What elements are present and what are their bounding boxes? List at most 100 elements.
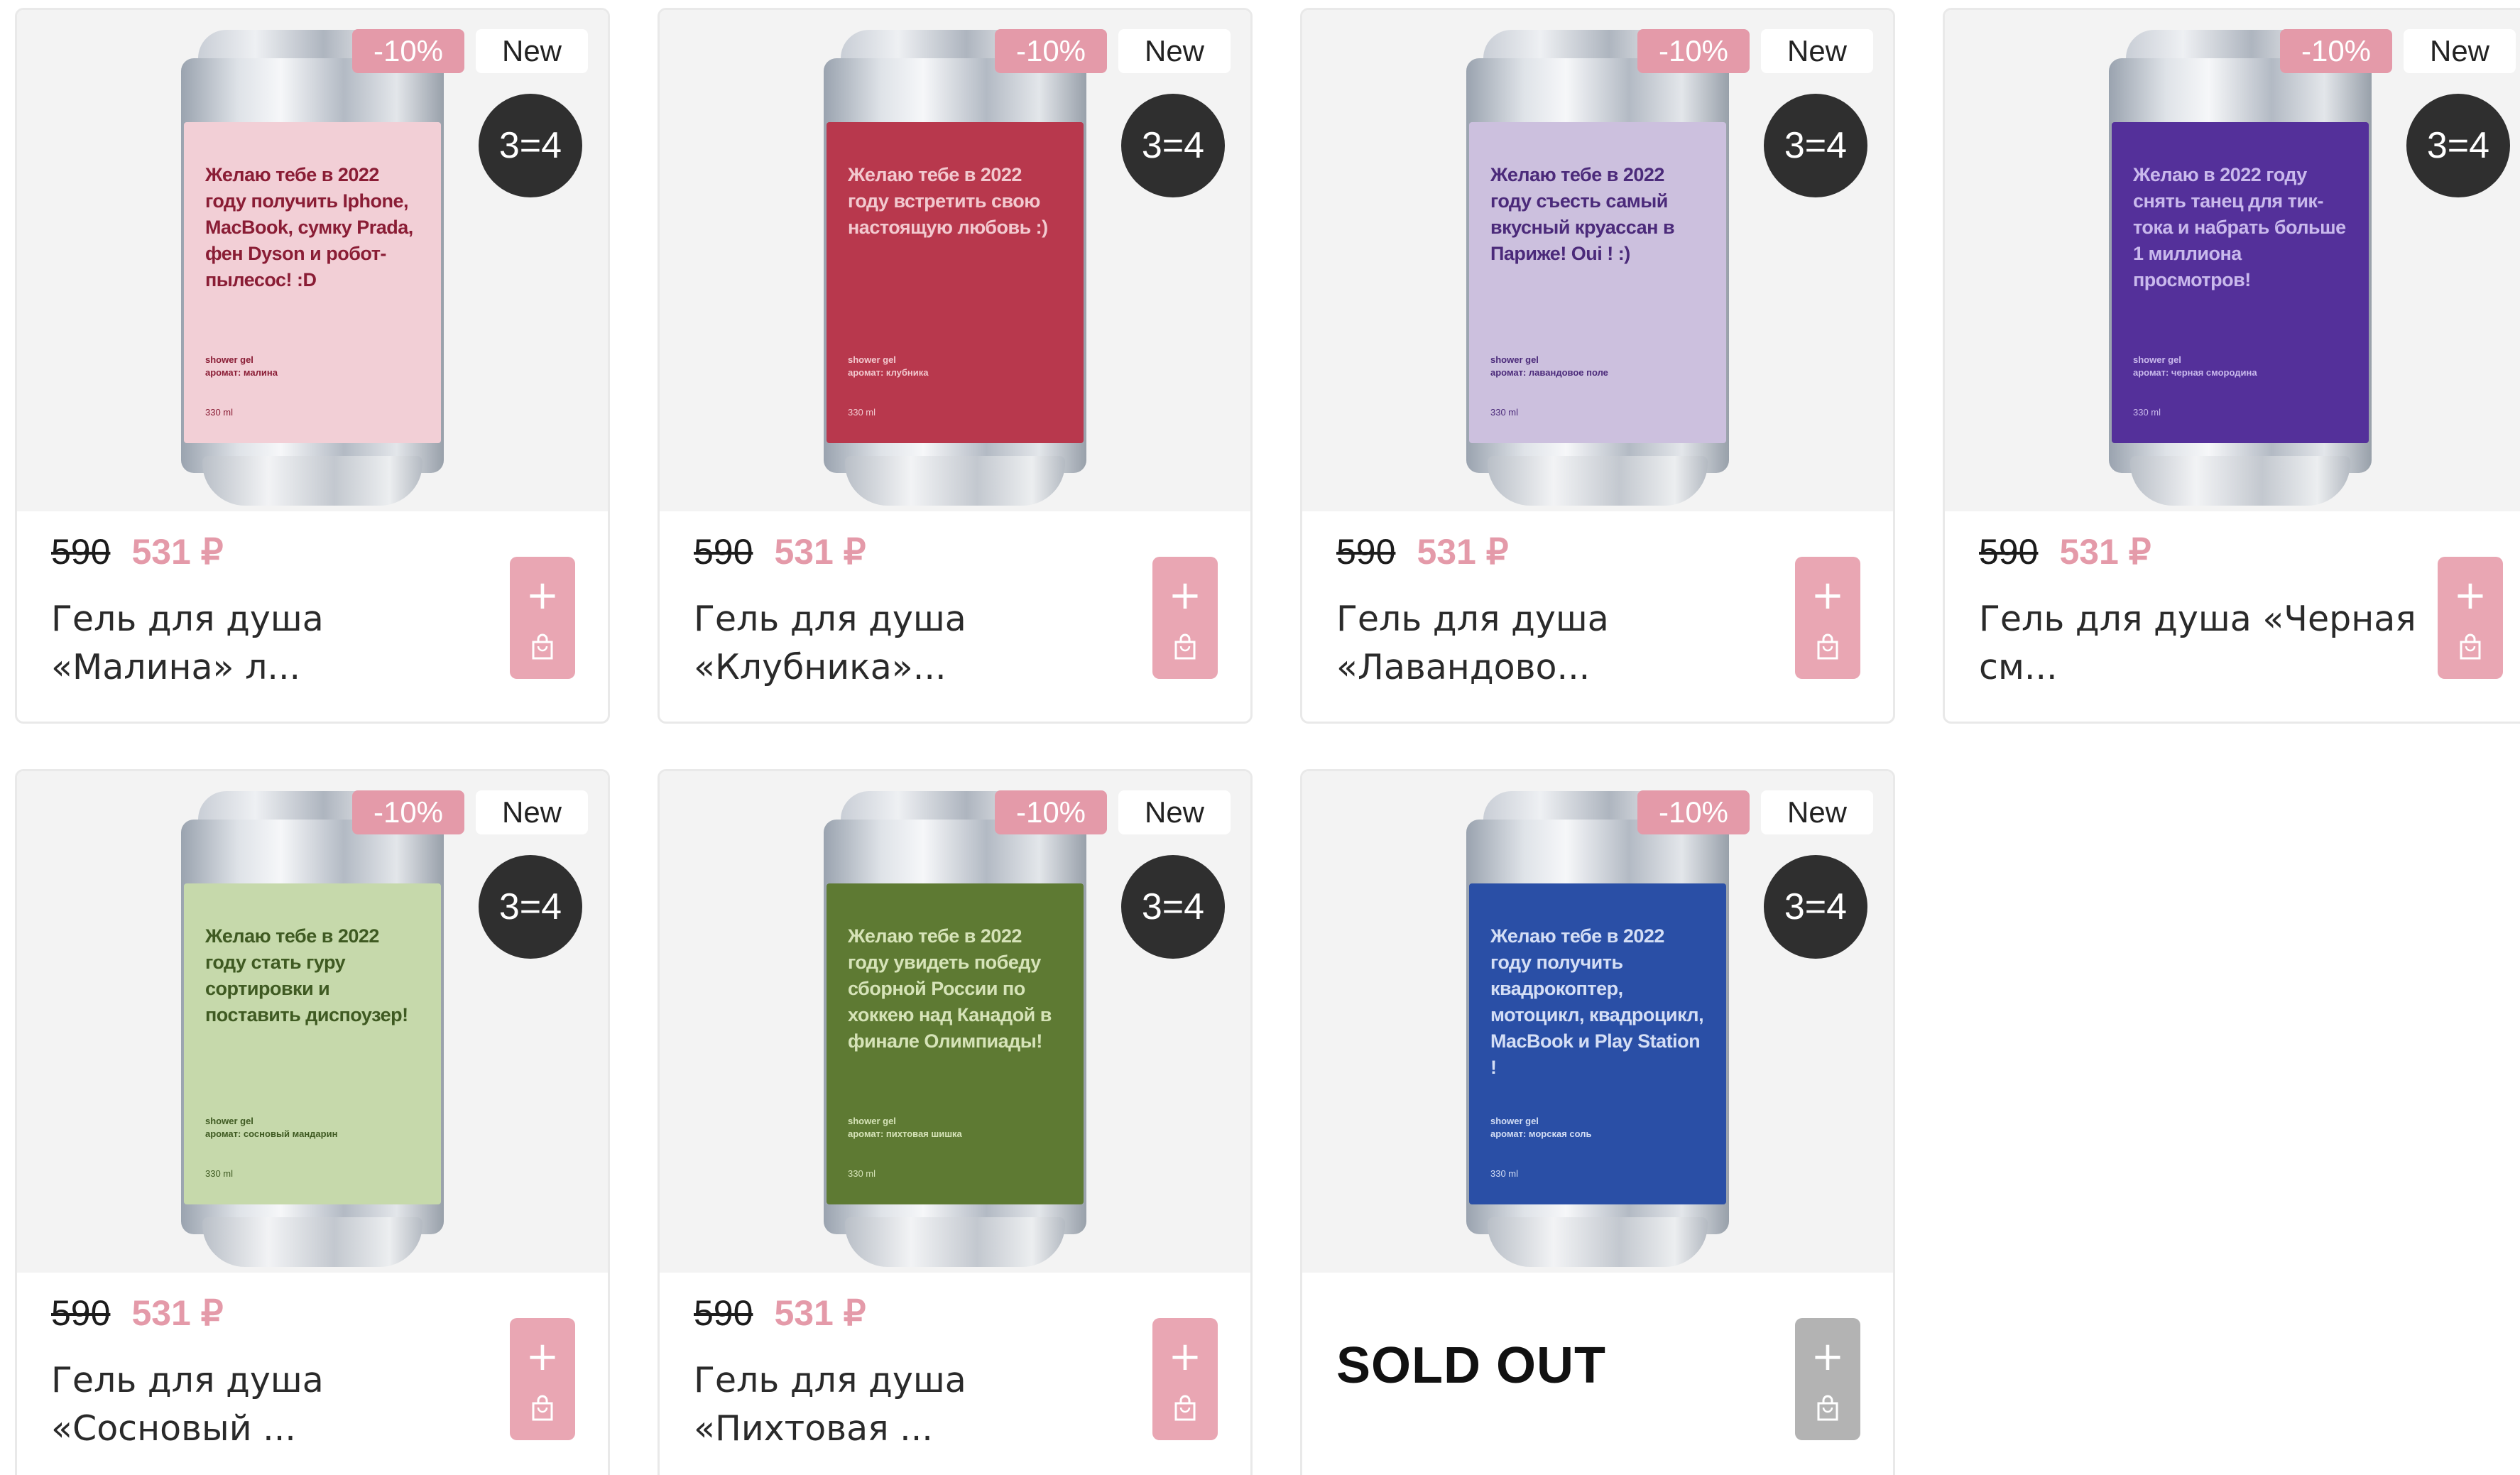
old-price: 590 bbox=[51, 532, 111, 572]
add-to-cart-button[interactable]: + bbox=[2438, 557, 2503, 679]
product-can-image: Желаю тебе в 2022 году получить Iphone, … bbox=[181, 30, 444, 506]
add-to-cart-button[interactable]: + bbox=[510, 1318, 575, 1440]
can-label-volume: 330 ml bbox=[1490, 1168, 1519, 1179]
can-label-meta: shower gel аромат: сосновый мандарин bbox=[205, 1116, 338, 1139]
product-info: 590 531 ₽ Гель для душа «Пихтовая ... + bbox=[660, 1273, 1250, 1475]
product-name[interactable]: Гель для душа «Клубника»... bbox=[694, 595, 1148, 692]
add-to-cart-button[interactable]: + bbox=[1795, 557, 1860, 679]
old-price: 590 bbox=[694, 532, 753, 572]
product-can-image: Желаю тебе в 2022 году получить квадроко… bbox=[1466, 791, 1729, 1267]
price-row: 590 531 ₽ bbox=[1979, 531, 2502, 572]
product-info: 590 531 ₽ Гель для душа «Лавандово... + bbox=[1302, 511, 1893, 722]
promo-badge: 3=4 bbox=[1121, 94, 1225, 197]
product-card[interactable]: Желаю в 2022 году снять танец для тик-то… bbox=[1943, 8, 2520, 724]
product-info: 590 531 ₽ Гель для душа «Сосновый ... + bbox=[17, 1273, 608, 1475]
sale-price: 531 ₽ bbox=[131, 1293, 224, 1333]
can-label-text: Желаю тебе в 2022 году увидеть победу сб… bbox=[848, 925, 1052, 1052]
old-price: 590 bbox=[51, 1293, 111, 1333]
sold-out-label: SOLD OUT bbox=[1336, 1337, 1606, 1394]
product-name[interactable]: Гель для душа «Лавандово... bbox=[1336, 595, 1791, 692]
promo-badge: 3=4 bbox=[479, 855, 582, 959]
can-label: Желаю в 2022 году снять танец для тик-то… bbox=[2112, 122, 2369, 443]
new-badge: New bbox=[1118, 790, 1231, 834]
price-row: 590 531 ₽ bbox=[51, 1292, 574, 1334]
can-label: Желаю тебе в 2022 году получить квадроко… bbox=[1469, 883, 1726, 1204]
plus-icon: + bbox=[2453, 572, 2487, 619]
can-label-volume: 330 ml bbox=[205, 1168, 234, 1179]
product-card[interactable]: Желаю тебе в 2022 году получить Iphone, … bbox=[15, 8, 610, 724]
product-can-image: Желаю тебе в 2022 году съесть самый вкус… bbox=[1466, 30, 1729, 506]
can-label-volume: 330 ml bbox=[1490, 407, 1519, 418]
product-image-area[interactable]: Желаю тебе в 2022 году получить Iphone, … bbox=[17, 10, 608, 511]
can-label: Желаю тебе в 2022 году увидеть победу сб… bbox=[827, 883, 1084, 1204]
product-name[interactable]: Гель для душа «Малина» л... bbox=[51, 595, 506, 692]
add-to-cart-button[interactable]: + bbox=[1152, 1318, 1218, 1440]
product-image-area[interactable]: Желаю тебе в 2022 году увидеть победу сб… bbox=[660, 771, 1250, 1273]
can-label-meta: shower gel аромат: пихтовая шишка bbox=[848, 1116, 962, 1139]
old-price: 590 bbox=[1979, 532, 2039, 572]
product-card[interactable]: Желаю тебе в 2022 году встретить свою на… bbox=[658, 8, 1253, 724]
add-to-cart-button-disabled: + bbox=[1795, 1318, 1860, 1440]
product-info: 590 531 ₽ Гель для душа «Черная см... + bbox=[1945, 511, 2520, 722]
discount-badge: -10% bbox=[1637, 790, 1750, 834]
new-badge: New bbox=[476, 790, 588, 834]
plus-icon: + bbox=[1168, 572, 1202, 619]
plus-icon: + bbox=[1811, 572, 1845, 619]
promo-badge: 3=4 bbox=[1764, 94, 1867, 197]
plus-icon: + bbox=[525, 1333, 560, 1380]
can-label: Желаю тебе в 2022 году съесть самый вкус… bbox=[1469, 122, 1726, 443]
discount-badge: -10% bbox=[995, 790, 1107, 834]
product-card[interactable]: Желаю тебе в 2022 году увидеть победу сб… bbox=[658, 769, 1253, 1475]
add-to-cart-button[interactable]: + bbox=[510, 557, 575, 679]
promo-badge: 3=4 bbox=[1121, 855, 1225, 959]
product-image-area[interactable]: Желаю в 2022 году снять танец для тик-то… bbox=[1945, 10, 2520, 511]
product-can-image: Желаю в 2022 году снять танец для тик-то… bbox=[2109, 30, 2372, 506]
can-label-meta: shower gel аромат: морская соль bbox=[1490, 1116, 1592, 1139]
product-card[interactable]: Желаю тебе в 2022 году съесть самый вкус… bbox=[1300, 8, 1895, 724]
product-image-area[interactable]: Желаю тебе в 2022 году встретить свою на… bbox=[660, 10, 1250, 511]
add-to-cart-button[interactable]: + bbox=[1152, 557, 1218, 679]
product-image-area[interactable]: Желаю тебе в 2022 году получить квадроко… bbox=[1302, 771, 1893, 1273]
product-image-area[interactable]: Желаю тебе в 2022 году стать гуру сортир… bbox=[17, 771, 608, 1273]
old-price: 590 bbox=[1336, 532, 1396, 572]
new-badge: New bbox=[2404, 29, 2516, 73]
product-card[interactable]: Желаю тебе в 2022 году стать гуру сортир… bbox=[15, 769, 610, 1475]
product-info: SOLD OUT + bbox=[1302, 1273, 1893, 1475]
sale-price: 531 ₽ bbox=[2059, 532, 2151, 572]
can-label-meta: shower gel аромат: малина bbox=[205, 354, 278, 378]
product-grid: Желаю тебе в 2022 году получить Iphone, … bbox=[0, 0, 2520, 1475]
discount-badge: -10% bbox=[352, 29, 464, 73]
shopping-bag-icon bbox=[2460, 633, 2481, 659]
product-name[interactable]: Гель для душа «Сосновый ... bbox=[51, 1356, 506, 1453]
new-badge: New bbox=[476, 29, 588, 73]
product-name[interactable]: Гель для душа «Черная см... bbox=[1979, 595, 2433, 692]
can-label-meta: shower gel аромат: клубника bbox=[848, 354, 929, 378]
sale-price: 531 ₽ bbox=[131, 532, 224, 572]
can-label-text: Желаю тебе в 2022 году получить квадроко… bbox=[1490, 925, 1704, 1078]
can-label-meta: shower gel аромат: черная смородина bbox=[2133, 354, 2257, 378]
sale-price: 531 ₽ bbox=[1417, 532, 1509, 572]
sale-price: 531 ₽ bbox=[774, 1293, 866, 1333]
can-label-meta: shower gel аромат: лавандовое поле bbox=[1490, 354, 1608, 378]
new-badge: New bbox=[1118, 29, 1231, 73]
product-can-image: Желаю тебе в 2022 году увидеть победу сб… bbox=[824, 791, 1086, 1267]
price-row: 590 531 ₽ bbox=[694, 1292, 1216, 1334]
can-label-volume: 330 ml bbox=[848, 407, 876, 418]
can-label: Желаю тебе в 2022 году встретить свою на… bbox=[827, 122, 1084, 443]
price-row: 590 531 ₽ bbox=[1336, 531, 1859, 572]
price-row: 590 531 ₽ bbox=[694, 531, 1216, 572]
plus-icon: + bbox=[525, 572, 560, 619]
old-price: 590 bbox=[694, 1293, 753, 1333]
discount-badge: -10% bbox=[2280, 29, 2392, 73]
plus-icon: + bbox=[1811, 1333, 1845, 1380]
product-card[interactable]: Желаю тебе в 2022 году получить квадроко… bbox=[1300, 769, 1895, 1475]
can-label: Желаю тебе в 2022 году получить Iphone, … bbox=[184, 122, 441, 443]
product-can-image: Желаю тебе в 2022 году встретить свою на… bbox=[824, 30, 1086, 506]
plus-icon: + bbox=[1168, 1333, 1202, 1380]
shopping-bag-icon bbox=[1174, 633, 1196, 659]
can-label-text: Желаю тебе в 2022 году стать гуру сортир… bbox=[205, 925, 408, 1025]
discount-badge: -10% bbox=[1637, 29, 1750, 73]
product-image-area[interactable]: Желаю тебе в 2022 году съесть самый вкус… bbox=[1302, 10, 1893, 511]
product-name[interactable]: Гель для душа «Пихтовая ... bbox=[694, 1356, 1148, 1453]
discount-badge: -10% bbox=[352, 790, 464, 834]
